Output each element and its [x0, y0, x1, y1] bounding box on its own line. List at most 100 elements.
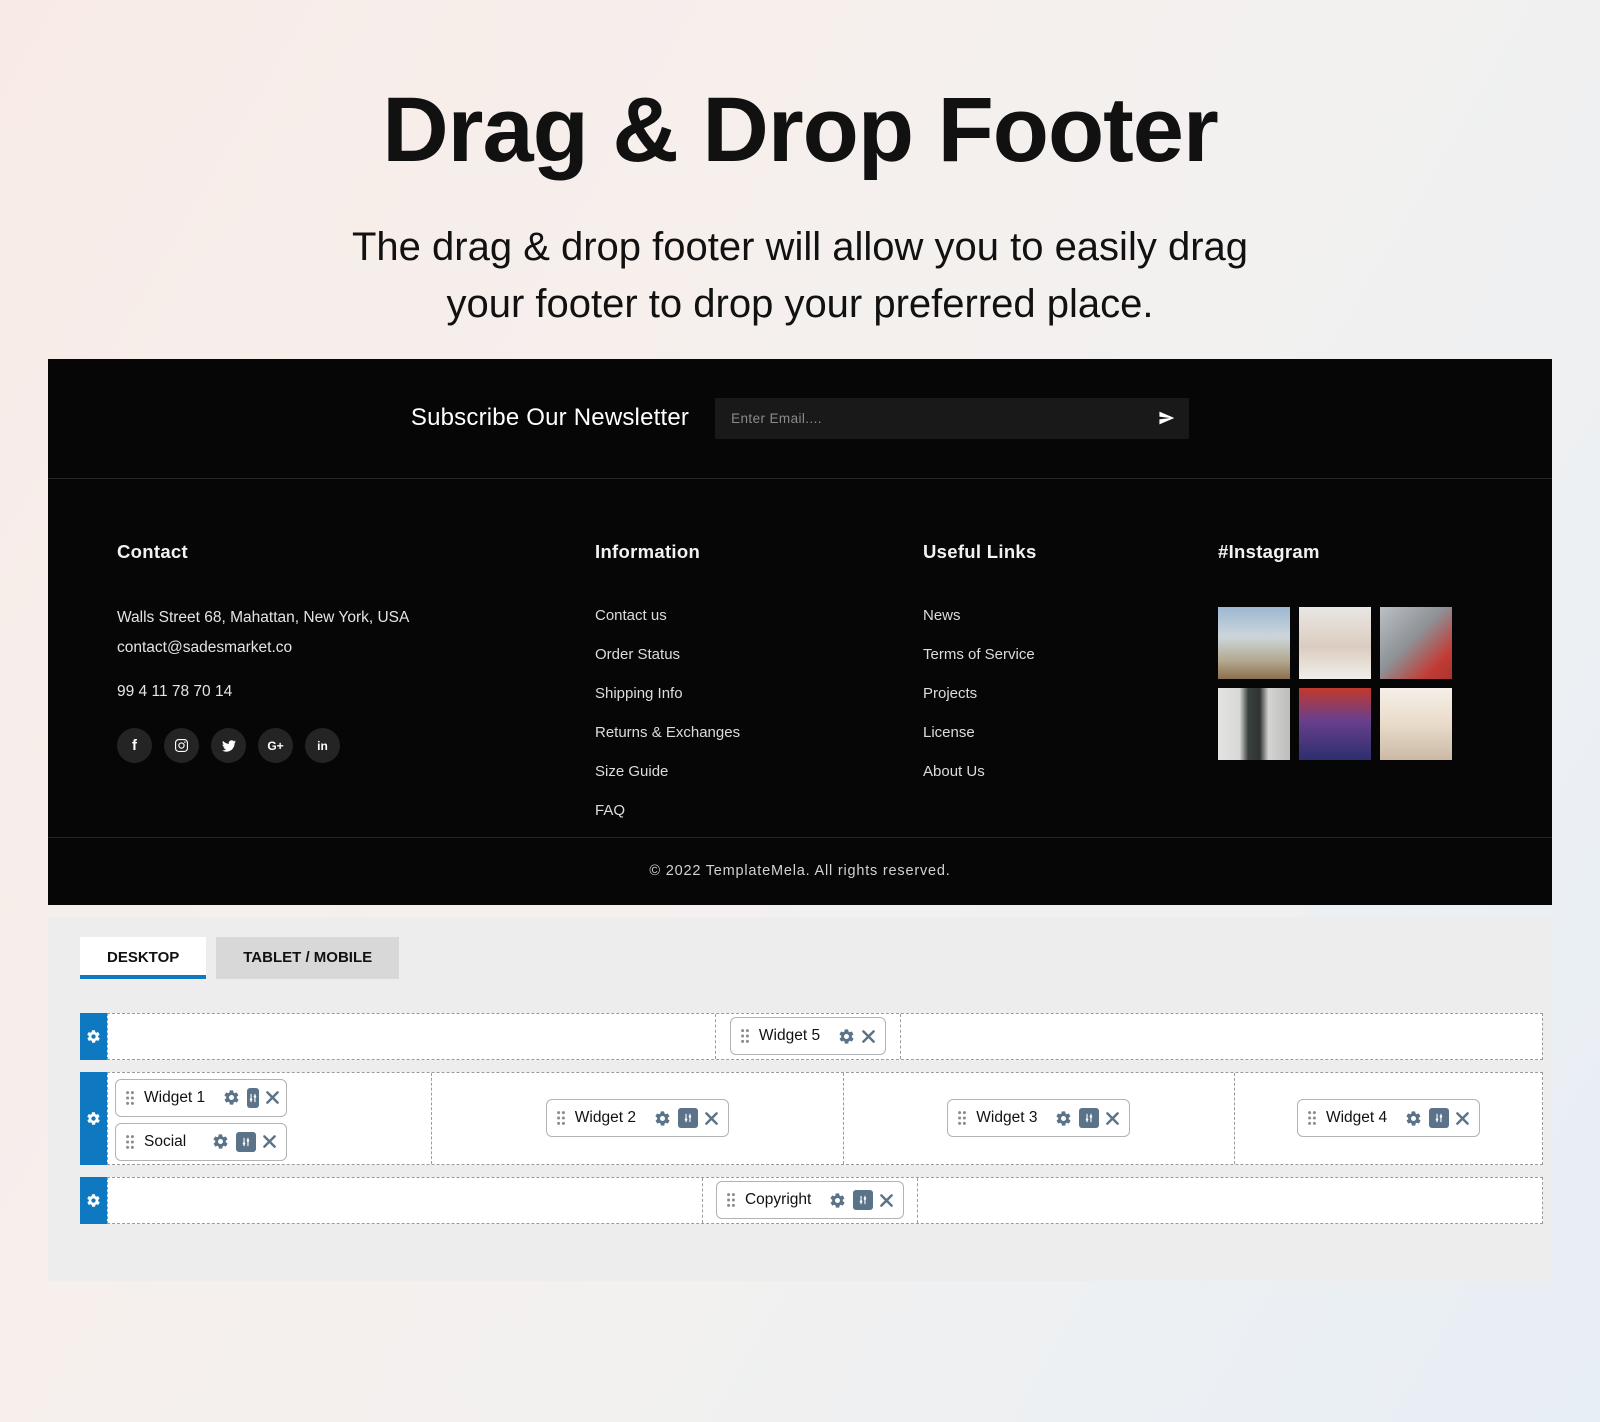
gear-icon[interactable] — [1405, 1110, 1422, 1127]
instagram-icon[interactable] — [164, 728, 199, 763]
drag-handle-icon[interactable] — [726, 1192, 736, 1208]
social-icons: f G+ in — [117, 728, 595, 763]
footer-columns: Contact Walls Street 68, Mahattan, New Y… — [48, 479, 1552, 837]
drag-handle-icon[interactable] — [1307, 1110, 1317, 1126]
instagram-grid — [1218, 607, 1452, 760]
widget-pill-widget4[interactable]: Widget 4 — [1297, 1099, 1480, 1137]
contact-address: Walls Street 68, Mahattan, New York, USA — [117, 603, 595, 633]
gear-icon[interactable] — [212, 1133, 229, 1150]
instagram-photo-wedding[interactable] — [1380, 688, 1452, 760]
footer-link-about-us[interactable]: About Us — [923, 763, 1218, 780]
linkedin-icon[interactable]: in — [305, 728, 340, 763]
gear-icon — [86, 1193, 101, 1208]
instagram-column: #Instagram — [1218, 541, 1452, 837]
footer-link-terms-of-service[interactable]: Terms of Service — [923, 646, 1218, 663]
drag-handle-icon[interactable] — [125, 1090, 135, 1106]
adjust-icon[interactable] — [247, 1088, 259, 1108]
row-cell-empty[interactable] — [918, 1178, 1542, 1223]
builder-row-top: Widget 5 — [80, 1013, 1543, 1060]
row-cell[interactable]: Widget 3 — [844, 1073, 1235, 1164]
footer-link-faq[interactable]: FAQ — [595, 802, 923, 819]
page-subtitle: The drag & drop footer will allow you to… — [0, 219, 1600, 333]
close-icon[interactable] — [263, 1135, 276, 1148]
row-cell[interactable]: Widget 5 — [716, 1014, 901, 1059]
footer-link-size-guide[interactable]: Size Guide — [595, 763, 923, 780]
newsletter-email-input[interactable] — [715, 398, 1189, 439]
useful-links-column: Useful Links News Terms of Service Proje… — [923, 541, 1218, 837]
close-icon[interactable] — [1106, 1112, 1119, 1125]
instagram-photo-cyclist[interactable] — [1218, 607, 1290, 679]
widget-pill-widget1[interactable]: Widget 1 — [115, 1079, 287, 1117]
builder-row-bottom: Copyright — [80, 1177, 1543, 1224]
contact-heading: Contact — [117, 541, 595, 563]
tab-tablet-mobile[interactable]: TABLET / MOBILE — [216, 937, 399, 979]
drag-handle-icon[interactable] — [740, 1028, 750, 1044]
newsletter-send-button[interactable] — [1154, 406, 1179, 431]
gear-icon[interactable] — [829, 1192, 846, 1209]
footer-link-returns-exchanges[interactable]: Returns & Exchanges — [595, 724, 923, 741]
footer-link-contact-us[interactable]: Contact us — [595, 607, 923, 624]
instagram-photo-girl-glasses[interactable] — [1299, 607, 1371, 679]
gear-icon[interactable] — [654, 1110, 671, 1127]
twitter-icon[interactable] — [211, 728, 246, 763]
row-cell[interactable]: Widget 1 Social — [108, 1073, 432, 1164]
contact-email[interactable]: contact@sadesmarket.co — [117, 633, 595, 663]
footer-link-order-status[interactable]: Order Status — [595, 646, 923, 663]
instagram-photo-firefighter[interactable] — [1299, 688, 1371, 760]
adjust-icon[interactable] — [1429, 1108, 1449, 1128]
gear-icon[interactable] — [838, 1028, 855, 1045]
row-cell-empty[interactable] — [108, 1178, 703, 1223]
widget-pill-widget2[interactable]: Widget 2 — [546, 1099, 729, 1137]
newsletter-label: Subscribe Our Newsletter — [411, 404, 689, 432]
drag-handle-icon[interactable] — [125, 1134, 135, 1150]
footer-link-license[interactable]: License — [923, 724, 1218, 741]
widget-pill-widget5[interactable]: Widget 5 — [730, 1017, 886, 1055]
footer-preview: Subscribe Our Newsletter Contact Walls S… — [48, 359, 1552, 905]
footer-builder-panel: DESKTOP TABLET / MOBILE Widget 5 — [48, 917, 1552, 1281]
row-cell[interactable]: Widget 2 — [432, 1073, 844, 1164]
widget-pill-copyright[interactable]: Copyright — [716, 1181, 904, 1219]
footer-link-projects[interactable]: Projects — [923, 685, 1218, 702]
drag-handle-icon[interactable] — [957, 1110, 967, 1126]
contact-column: Contact Walls Street 68, Mahattan, New Y… — [117, 541, 595, 837]
row-settings-button[interactable] — [80, 1177, 107, 1224]
row-cell-empty[interactable] — [108, 1014, 716, 1059]
page-title: Drag & Drop Footer — [0, 78, 1600, 183]
information-heading: Information — [595, 541, 923, 563]
copyright-text: © 2022 TemplateMela. All rights reserved… — [48, 837, 1552, 905]
adjust-icon[interactable] — [853, 1190, 873, 1210]
facebook-icon[interactable]: f — [117, 728, 152, 763]
google-plus-icon[interactable]: G+ — [258, 728, 293, 763]
adjust-icon[interactable] — [678, 1108, 698, 1128]
row-settings-button[interactable] — [80, 1013, 107, 1060]
footer-link-shipping-info[interactable]: Shipping Info — [595, 685, 923, 702]
widget-pill-social[interactable]: Social — [115, 1123, 287, 1161]
gear-icon[interactable] — [223, 1089, 240, 1106]
close-icon[interactable] — [862, 1030, 875, 1043]
instagram-photo-bedroom[interactable] — [1218, 688, 1290, 760]
close-icon[interactable] — [705, 1112, 718, 1125]
gear-icon — [86, 1111, 101, 1126]
gear-icon[interactable] — [1055, 1110, 1072, 1127]
adjust-icon[interactable] — [236, 1132, 256, 1152]
row-cell[interactable]: Widget 4 — [1235, 1073, 1542, 1164]
builder-tabs: DESKTOP TABLET / MOBILE — [80, 937, 1543, 979]
row-cell-empty[interactable] — [901, 1014, 1542, 1059]
tab-desktop[interactable]: DESKTOP — [80, 937, 206, 979]
information-column: Information Contact us Order Status Ship… — [595, 541, 923, 837]
builder-row-middle: Widget 1 Social — [80, 1072, 1543, 1165]
hero-section: Drag & Drop Footer The drag & drop foote… — [0, 0, 1600, 333]
adjust-icon[interactable] — [1079, 1108, 1099, 1128]
contact-phone[interactable]: 99 4 11 78 70 14 — [117, 683, 595, 701]
row-cell[interactable]: Copyright — [703, 1178, 918, 1223]
close-icon[interactable] — [266, 1091, 279, 1104]
useful-links-heading: Useful Links — [923, 541, 1218, 563]
paper-plane-icon — [1158, 410, 1175, 427]
footer-link-news[interactable]: News — [923, 607, 1218, 624]
close-icon[interactable] — [880, 1194, 893, 1207]
instagram-photo-mechanic[interactable] — [1380, 607, 1452, 679]
widget-pill-widget3[interactable]: Widget 3 — [947, 1099, 1130, 1137]
drag-handle-icon[interactable] — [556, 1110, 566, 1126]
row-settings-button[interactable] — [80, 1072, 107, 1165]
close-icon[interactable] — [1456, 1112, 1469, 1125]
